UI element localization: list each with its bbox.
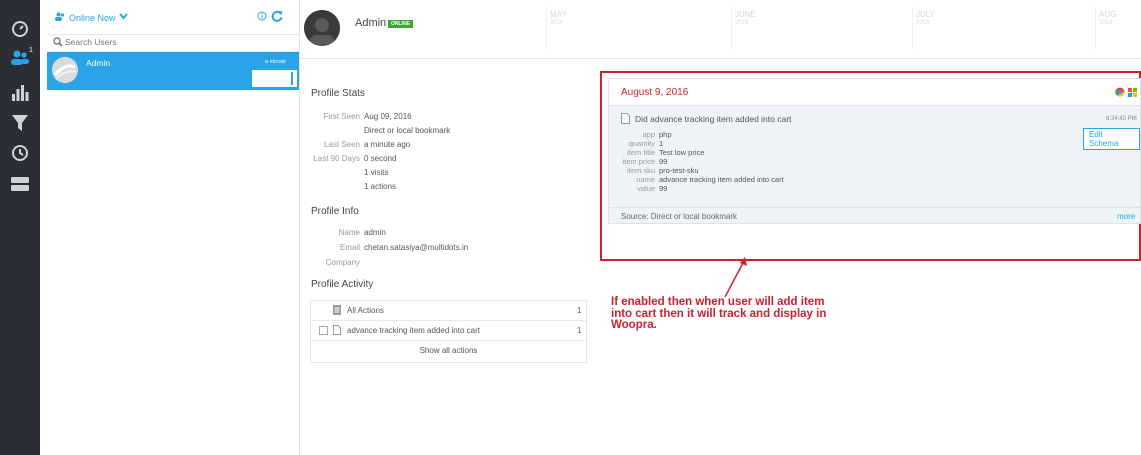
- profile-avatar: [304, 10, 340, 46]
- company-label: Company: [325, 258, 360, 267]
- avatar: [52, 57, 78, 83]
- more-link[interactable]: more: [1117, 212, 1135, 221]
- timeline-month: AUG 2016: [1099, 10, 1117, 27]
- profile-header: Admin ONLINE MAY 2016 JUNE 2016 JULY 2016 A…: [300, 0, 1141, 59]
- chevron-down-icon[interactable]: [119, 12, 128, 22]
- info-icon[interactable]: [257, 11, 267, 23]
- toggle-icon[interactable]: [10, 176, 30, 196]
- event-time: 6:34:43 PM: [1106, 116, 1137, 122]
- profile-activity-title: Profile Activity: [311, 279, 374, 290]
- edit-schema-button[interactable]: Edit Schema: [1083, 128, 1140, 150]
- all-actions-label: All Actions: [347, 306, 384, 315]
- user-list-header: Online Now: [47, 0, 299, 35]
- user-list-panel: Online Now Admin a minute: [47, 0, 300, 455]
- all-actions-row[interactable]: All Actions 1: [311, 301, 586, 321]
- last90-label: Last 90 Days: [313, 154, 360, 163]
- referrer-value: Direct or local bookmark: [364, 126, 451, 135]
- online-filter-dropdown[interactable]: Online Now: [69, 13, 116, 23]
- document-icon: [333, 325, 341, 337]
- activity-item-label: advance tracking item added into cart: [347, 326, 480, 335]
- prop-value: Test low price: [659, 148, 705, 157]
- name-value: admin: [364, 228, 386, 237]
- status-badge: ONLINE: [388, 20, 413, 28]
- event-source: Source: Direct or local bookmark: [621, 212, 738, 221]
- list-icon: [333, 305, 341, 317]
- prop-value: 99: [659, 184, 668, 193]
- first-seen-label: First Seen: [323, 112, 360, 121]
- prop-key: item sku: [627, 166, 655, 175]
- timeline-month: JUNE 2016: [735, 10, 756, 27]
- timeline-month: JULY 2016: [916, 10, 935, 27]
- show-all-actions-button[interactable]: Show all actions: [311, 341, 586, 360]
- visits-value: 1 visits: [364, 168, 389, 177]
- prop-key: quantity: [628, 139, 655, 148]
- activity-list: All Actions 1 advance tracking item adde…: [310, 300, 587, 363]
- email-value: chetan.satasiya@multidots.in: [364, 243, 469, 252]
- funnel-icon[interactable]: [10, 114, 30, 134]
- prop-value: pro-test-sku: [659, 166, 699, 175]
- refresh-icon[interactable]: [271, 10, 283, 24]
- actions-value: 1 actions: [364, 182, 397, 191]
- people-count-badge: 1: [29, 47, 33, 54]
- activity-item-count: 1: [577, 326, 582, 335]
- user-row-admin[interactable]: Admin a minute: [47, 52, 299, 90]
- prop-key: item title: [627, 148, 655, 157]
- people-icon[interactable]: [10, 50, 30, 70]
- os-icon: [1128, 87, 1138, 99]
- activity-checkbox[interactable]: [319, 326, 328, 335]
- all-actions-count: 1: [577, 306, 582, 315]
- prop-key: app: [642, 130, 655, 139]
- last90-value: 0 second: [364, 154, 397, 163]
- sidebar-nav: 1: [0, 0, 40, 455]
- group-icon: [55, 12, 65, 23]
- activity-item-row[interactable]: advance tracking item added into cart 1: [311, 321, 586, 341]
- annotation-arrow: [724, 257, 747, 298]
- profile-name: Admin: [355, 17, 387, 29]
- bar-chart-icon[interactable]: [10, 84, 30, 104]
- email-label: Email: [339, 243, 360, 252]
- prop-key: item price: [622, 157, 655, 166]
- event-date: August 9, 2016: [621, 87, 689, 98]
- last-seen-label: Last Seen: [323, 140, 360, 149]
- search-box[interactable]: [47, 34, 299, 52]
- prop-value: 99: [659, 157, 668, 166]
- last-seen-value: a minute ago: [364, 140, 411, 149]
- prop-value: advance tracking item added into cart: [659, 175, 784, 184]
- event-card: August 9, 2016 Did advance tracking item…: [608, 78, 1141, 224]
- browser-icon: [1115, 87, 1125, 99]
- prop-value: 1: [659, 139, 664, 148]
- history-icon[interactable]: [10, 144, 30, 164]
- user-last-seen: a minute: [265, 59, 287, 65]
- name-label: Name: [338, 228, 360, 237]
- dashboard-icon[interactable]: [10, 20, 30, 40]
- activity-sparkline: [252, 70, 297, 87]
- user-name: Admin: [86, 58, 111, 68]
- event-title: Did advance tracking item added into car…: [635, 114, 792, 124]
- timeline-month: MAY 2016: [550, 10, 567, 27]
- search-icon: [53, 37, 63, 49]
- prop-key: name: [636, 175, 655, 184]
- profile-info-title: Profile Info: [311, 206, 359, 217]
- profile-stats-title: Profile Stats: [311, 88, 365, 99]
- event-document-icon: [621, 113, 630, 126]
- prop-key: value: [637, 184, 655, 193]
- annotation-note: If enabled then when user will add item …: [611, 296, 827, 331]
- prop-value: php: [659, 130, 672, 139]
- first-seen-value: Aug 09, 2016: [364, 112, 412, 121]
- search-input[interactable]: [65, 35, 285, 48]
